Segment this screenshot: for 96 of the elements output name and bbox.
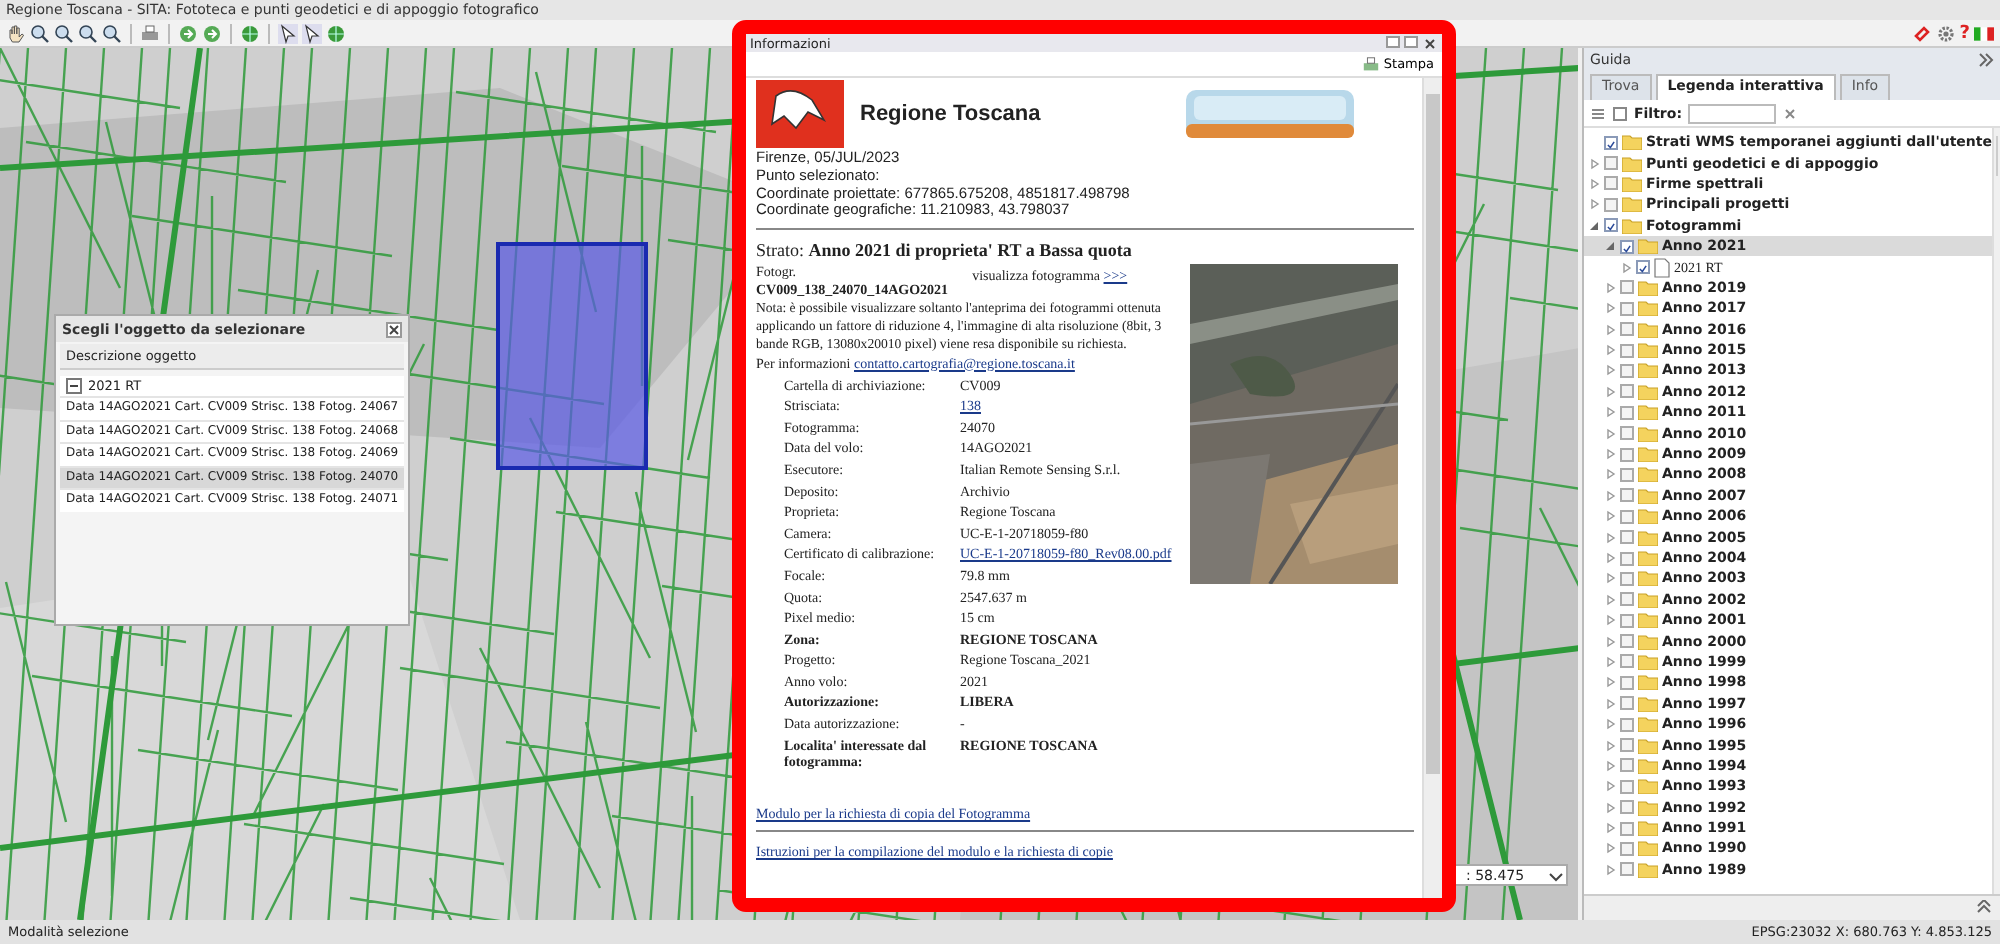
collapsed-arrow-icon[interactable]	[1604, 676, 1616, 689]
checkbox[interactable]	[1620, 239, 1634, 254]
collapsed-arrow-icon[interactable]	[1604, 510, 1616, 523]
globe-icon[interactable]	[240, 23, 260, 43]
hand-icon[interactable]	[6, 23, 26, 43]
collapsed-arrow-icon[interactable]	[1620, 261, 1632, 274]
collapsed-arrow-icon[interactable]	[1604, 552, 1616, 564]
checkbox[interactable]	[1604, 176, 1618, 191]
expanded-arrow-icon[interactable]	[1604, 240, 1616, 253]
checkbox[interactable]	[1620, 862, 1634, 877]
collapsed-arrow-icon[interactable]	[1604, 323, 1616, 336]
collapsed-arrow-icon[interactable]	[1604, 448, 1616, 461]
magnifier-icon[interactable]	[30, 23, 50, 43]
magnifier-icon[interactable]	[102, 23, 122, 43]
checkbox[interactable]	[1620, 779, 1634, 794]
collapse-icon[interactable]	[1978, 52, 1994, 68]
maximize-button[interactable]	[1404, 35, 1418, 47]
collapsed-arrow-icon[interactable]	[1604, 427, 1616, 440]
clear-icon[interactable]	[1782, 105, 1798, 121]
collapsed-arrow-icon[interactable]	[1604, 739, 1616, 752]
collapsed-arrow-icon[interactable]	[1604, 302, 1616, 315]
collapsed-arrow-icon[interactable]	[1604, 718, 1616, 731]
checkbox[interactable]	[1604, 218, 1618, 233]
link-icon[interactable]	[1911, 23, 1932, 43]
minimize-button[interactable]	[1386, 35, 1400, 47]
checkbox[interactable]	[1620, 280, 1634, 295]
magnifier-icon[interactable]	[78, 23, 98, 43]
checkbox[interactable]	[1620, 634, 1634, 649]
collapsed-arrow-icon[interactable]	[1604, 822, 1616, 835]
collapsed-arrow-icon[interactable]	[1604, 531, 1616, 544]
collapsed-arrow-icon[interactable]	[1604, 572, 1616, 585]
expand-all-icon[interactable]	[1590, 105, 1606, 121]
pointer-icon[interactable]	[278, 23, 298, 43]
flag-icon[interactable]	[1974, 23, 1994, 43]
collapsed-arrow-icon[interactable]	[1604, 780, 1616, 793]
checkbox[interactable]	[1620, 571, 1634, 586]
collapsed-arrow-icon[interactable]	[1604, 655, 1616, 668]
collapsed-arrow-icon[interactable]	[1604, 281, 1616, 294]
help-button[interactable]: ?	[1959, 23, 1970, 43]
checkbox[interactable]	[1620, 322, 1634, 337]
collapsed-arrow-icon[interactable]	[1604, 635, 1616, 648]
checkbox[interactable]	[1620, 613, 1634, 628]
collapsed-arrow-icon[interactable]	[1588, 177, 1600, 190]
printer-icon[interactable]	[140, 23, 160, 43]
checkbox[interactable]	[1620, 343, 1634, 358]
checkbox[interactable]	[1620, 530, 1634, 545]
checkbox[interactable]	[1620, 696, 1634, 711]
checkbox[interactable]	[1620, 467, 1634, 482]
checkbox[interactable]	[1636, 260, 1650, 275]
checkbox[interactable]	[1620, 509, 1634, 524]
pointer-icon[interactable]	[302, 23, 322, 43]
checkbox[interactable]	[1620, 675, 1634, 690]
checkbox[interactable]	[1604, 197, 1618, 212]
close-icon[interactable]	[1422, 35, 1438, 51]
collapsed-arrow-icon[interactable]	[1604, 801, 1616, 814]
collapsed-arrow-icon[interactable]	[1604, 842, 1616, 855]
checkbox[interactable]	[1620, 821, 1634, 836]
checkbox[interactable]	[1604, 135, 1618, 150]
arrow-icon[interactable]	[178, 23, 198, 43]
checkbox[interactable]	[1620, 488, 1634, 503]
collapse-icon[interactable]	[1976, 900, 1992, 916]
checkbox[interactable]	[1620, 447, 1634, 462]
collapsed-arrow-icon[interactable]	[1588, 157, 1600, 170]
collapsed-arrow-icon[interactable]	[1604, 614, 1616, 627]
collapsed-arrow-icon[interactable]	[1604, 489, 1616, 502]
checkbox[interactable]	[1620, 758, 1634, 773]
checkbox[interactable]	[1620, 841, 1634, 856]
collapsed-arrow-icon[interactable]	[1588, 198, 1600, 211]
file-icon	[1654, 257, 1670, 278]
checkbox[interactable]	[1620, 301, 1634, 316]
collapsed-arrow-icon[interactable]	[1604, 344, 1616, 357]
collapsed-arrow-icon[interactable]	[1604, 468, 1616, 481]
collapsed-arrow-icon[interactable]	[1604, 759, 1616, 772]
magnifier-icon[interactable]	[54, 23, 74, 43]
arrow-icon[interactable]	[202, 23, 222, 43]
checkbox[interactable]	[1620, 405, 1634, 420]
filter-field[interactable]	[1688, 103, 1776, 123]
collapsed-arrow-icon[interactable]	[1604, 406, 1616, 419]
checkbox[interactable]	[1620, 426, 1634, 441]
checkbox[interactable]	[1604, 156, 1618, 171]
collapse-all-icon[interactable]	[1612, 105, 1628, 121]
checkbox[interactable]	[1620, 551, 1634, 565]
collapsed-arrow-icon[interactable]	[1604, 593, 1616, 606]
checkbox[interactable]	[1620, 738, 1634, 753]
collapsed-arrow-icon[interactable]	[1604, 364, 1616, 377]
checkbox[interactable]	[1620, 363, 1634, 378]
collapsed-arrow-icon[interactable]	[1604, 697, 1616, 710]
gear-icon[interactable]	[1935, 23, 1956, 43]
checkbox[interactable]	[1620, 592, 1634, 607]
checkbox[interactable]	[1620, 717, 1634, 732]
collapsed-arrow-icon[interactable]	[1604, 385, 1616, 398]
checkbox[interactable]	[1620, 800, 1634, 815]
checkbox[interactable]	[1620, 654, 1634, 669]
checkbox[interactable]	[1620, 384, 1634, 399]
collapsed-arrow-icon[interactable]	[1604, 863, 1616, 876]
expanded-arrow-icon[interactable]	[1588, 219, 1600, 232]
